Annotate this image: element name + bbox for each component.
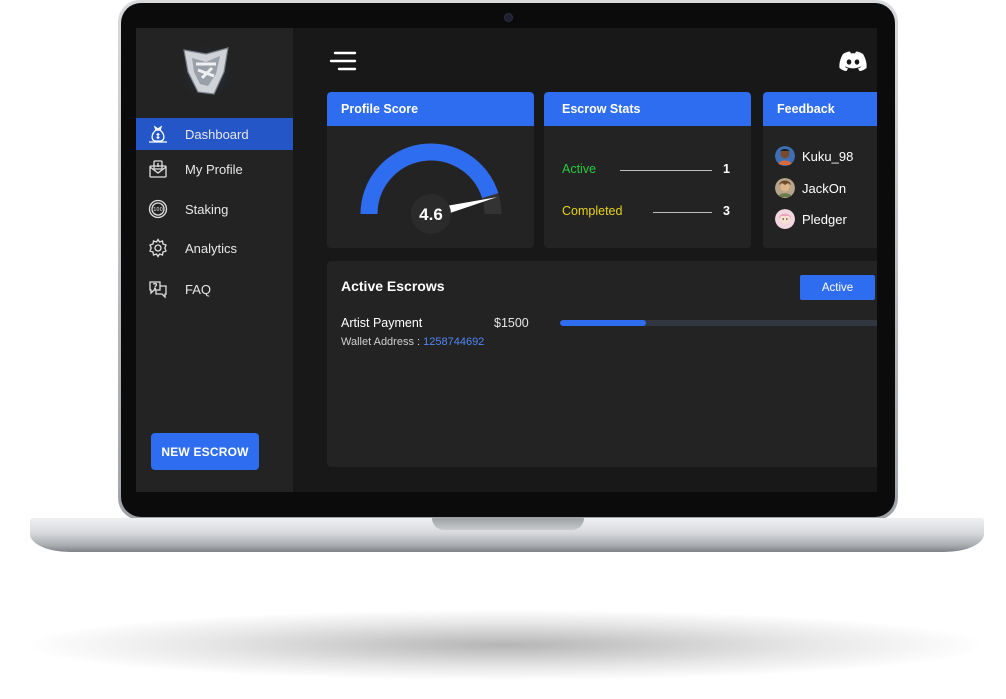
score-gauge-chart: 4.6 — [360, 143, 502, 234]
escrow-progress-bar — [560, 320, 877, 326]
sidebar-item-dashboard[interactable]: Dashboard — [136, 118, 293, 150]
laptop-notch — [432, 518, 584, 530]
score-gauge: 4.6 — [357, 140, 505, 236]
discord-icon[interactable] — [838, 50, 868, 72]
svg-text:100: 100 — [153, 207, 163, 213]
feedback-user[interactable]: Pledger — [775, 208, 847, 230]
feedback-card: Feedback Kuku_98 JackOn Pledger — [763, 92, 877, 248]
shield-crest-logo-icon[interactable] — [176, 42, 236, 102]
sidebar: Dashboard My Profile 100 Staking Analyti… — [136, 28, 293, 492]
panel-title: Active Escrows — [341, 278, 445, 294]
new-escrow-button[interactable]: NEW ESCROW — [151, 433, 259, 470]
sidebar-item-label: Staking — [185, 201, 229, 217]
laptop-shadow — [30, 610, 980, 680]
escrow-amount: $1500 — [494, 316, 529, 330]
stat-label: Completed — [562, 204, 623, 218]
wallet-label: Wallet Address : — [341, 336, 424, 348]
profile-envelope-icon — [147, 158, 169, 180]
sidebar-item-analytics[interactable]: Analytics — [136, 232, 293, 264]
avatar — [775, 146, 795, 166]
app-screen: Dashboard My Profile 100 Staking Analyti… — [136, 28, 877, 492]
feedback-user[interactable]: JackOn — [775, 177, 846, 199]
card-title: Profile Score — [327, 92, 534, 126]
stat-label: Active — [562, 162, 597, 176]
avatar — [775, 209, 795, 229]
profile-score-value: 4.6 — [419, 205, 443, 224]
feedback-username: Kuku_98 — [802, 148, 854, 164]
stat-row-completed: Completed 3 — [562, 202, 732, 222]
coin-100-icon: 100 — [147, 198, 169, 220]
hamburger-menu-icon[interactable] — [329, 50, 357, 72]
gear-icon — [147, 237, 169, 259]
stat-value: 3 — [723, 204, 730, 218]
escrow-progress-fill — [560, 320, 647, 326]
webcam — [505, 14, 512, 21]
escrow-stats-card: Escrow Stats Active 1 Completed 3 — [544, 92, 751, 248]
active-filter-button[interactable]: Active — [800, 275, 875, 300]
stat-value: 1 — [723, 162, 730, 176]
sidebar-item-label: Analytics — [185, 240, 238, 256]
feedback-user[interactable]: Kuku_98 — [775, 145, 853, 167]
money-bag-icon — [147, 123, 169, 145]
dashboard-main: Profile Score 4.6 Escrow Stats Active 1 … — [293, 28, 877, 492]
faq-chat-icon — [147, 278, 169, 300]
escrow-name: Artist Payment — [341, 316, 423, 330]
sidebar-item-staking[interactable]: 100 Staking — [136, 193, 293, 225]
wallet-address-line: Wallet Address : 1258744692 — [341, 336, 484, 348]
active-escrows-panel: Active Escrows Active Artist Payment $15… — [327, 261, 877, 467]
sidebar-item-label: Dashboard — [185, 126, 249, 142]
avatar — [775, 178, 795, 198]
sidebar-item-faq[interactable]: FAQ — [136, 273, 293, 305]
stat-row-active: Active 1 — [562, 160, 732, 180]
profile-score-card: Profile Score 4.6 — [327, 92, 534, 248]
sidebar-item-label: My Profile — [185, 161, 243, 177]
sidebar-item-label: FAQ — [185, 281, 212, 297]
laptop-mockup: Dashboard My Profile 100 Staking Analyti… — [0, 0, 1006, 699]
card-title: Feedback — [763, 92, 877, 126]
card-title: Escrow Stats — [544, 92, 751, 126]
wallet-address-link[interactable]: 1258744692 — [423, 336, 484, 348]
sidebar-item-my-profile[interactable]: My Profile — [136, 153, 293, 185]
feedback-username: Pledger — [802, 211, 847, 227]
stat-divider — [620, 170, 712, 171]
feedback-username: JackOn — [802, 180, 847, 196]
stat-divider — [653, 212, 712, 213]
